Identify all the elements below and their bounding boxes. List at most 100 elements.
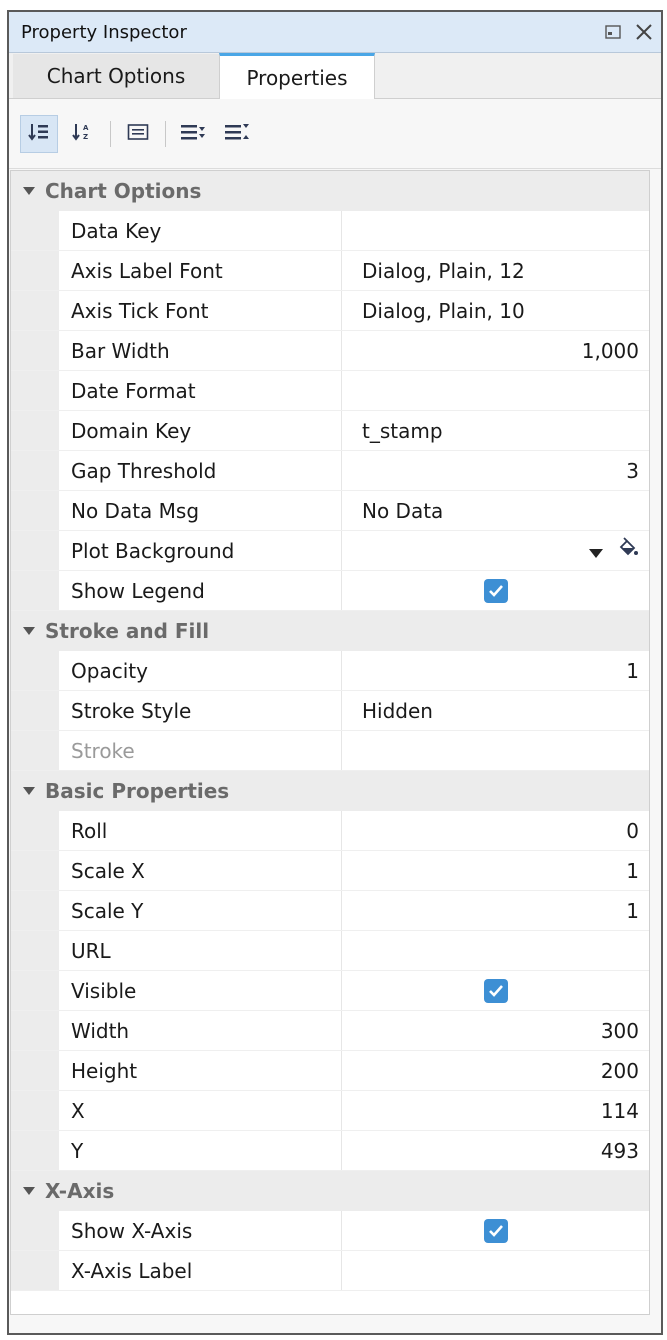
property-row-height[interactable]: Height 200 — [11, 1051, 649, 1091]
group-basic-properties[interactable]: Basic Properties — [11, 771, 649, 811]
property-value[interactable]: 3 — [342, 451, 649, 490]
chevron-down-icon — [23, 187, 37, 195]
dropdown-arrow-icon[interactable] — [589, 539, 603, 563]
checkmark-icon — [488, 984, 503, 997]
property-value[interactable] — [342, 571, 649, 610]
tab-chart-options[interactable]: Chart Options — [13, 54, 219, 98]
property-row-stroke[interactable]: Stroke — [11, 731, 649, 771]
group-chart-options[interactable]: Chart Options — [11, 171, 649, 211]
property-name: Stroke Style — [59, 691, 342, 730]
tab-bar: Chart Options Properties — [9, 53, 661, 99]
property-row-date-format[interactable]: Date Format — [11, 371, 649, 411]
property-value[interactable] — [342, 531, 649, 570]
inspector-toolbar: AZ — [9, 99, 661, 169]
sort-category-icon — [28, 122, 50, 146]
property-row-axis-label-font[interactable]: Axis Label Font Dialog, Plain, 12 — [11, 251, 649, 291]
window-title: Property Inspector — [21, 21, 187, 43]
property-name: Bar Width — [59, 331, 342, 370]
svg-text:Z: Z — [83, 133, 88, 141]
property-value[interactable]: Dialog, Plain, 10 — [342, 291, 649, 330]
property-name: Plot Background — [59, 531, 342, 570]
property-value[interactable] — [342, 1211, 649, 1250]
property-name: Width — [59, 1011, 342, 1050]
group-x-axis[interactable]: X-Axis — [11, 1171, 649, 1211]
property-value[interactable]: 493 — [342, 1131, 649, 1170]
property-row-visible[interactable]: Visible — [11, 971, 649, 1011]
property-value[interactable]: t_stamp — [342, 411, 649, 450]
collapse-all-button[interactable] — [218, 115, 256, 153]
property-value[interactable] — [342, 971, 649, 1010]
sort-alphabetical-button[interactable]: AZ — [64, 115, 102, 153]
group-label: X-Axis — [45, 1179, 115, 1203]
property-name: Show Legend — [59, 571, 342, 610]
expand-all-icon — [180, 122, 206, 146]
property-row-x[interactable]: X 114 — [11, 1091, 649, 1131]
property-name: Domain Key — [59, 411, 342, 450]
chevron-down-icon — [23, 627, 37, 635]
checkbox-checked[interactable] — [483, 1218, 508, 1243]
property-row-url[interactable]: URL — [11, 931, 649, 971]
property-value[interactable]: 1 — [342, 891, 649, 930]
checkbox-checked[interactable] — [483, 978, 508, 1003]
property-row-no-data-msg[interactable]: No Data Msg No Data — [11, 491, 649, 531]
property-row-domain-key[interactable]: Domain Key t_stamp — [11, 411, 649, 451]
property-row-scale-x[interactable]: Scale X1 — [11, 851, 649, 891]
property-row-y[interactable]: Y 493 — [11, 1131, 649, 1171]
property-value[interactable]: 1 — [342, 851, 649, 890]
property-name: Opacity — [59, 651, 342, 690]
description-button[interactable] — [119, 115, 157, 153]
checkmark-icon — [488, 584, 503, 597]
property-value[interactable]: 114 — [342, 1091, 649, 1130]
property-row-show-legend[interactable]: Show Legend — [11, 571, 649, 611]
group-stroke-and-fill[interactable]: Stroke and Fill — [11, 611, 649, 651]
checkbox-checked[interactable] — [483, 578, 508, 603]
property-value[interactable] — [342, 1251, 649, 1290]
toolbar-separator — [110, 120, 111, 147]
property-row-roll[interactable]: Roll 0 — [11, 811, 649, 851]
property-name: Axis Tick Font — [59, 291, 342, 330]
property-value[interactable] — [342, 371, 649, 410]
property-name: Date Format — [59, 371, 342, 410]
property-row-opacity[interactable]: Opacity 1 — [11, 651, 649, 691]
property-row-x-axis-label[interactable]: X-Axis Label — [11, 1251, 649, 1291]
property-name: X-Axis Label — [59, 1251, 342, 1290]
restore-icon[interactable] — [605, 25, 621, 39]
property-value[interactable] — [342, 931, 649, 970]
sort-category-button[interactable] — [20, 114, 58, 153]
checkmark-icon — [488, 1224, 503, 1237]
expand-all-button[interactable] — [174, 115, 212, 153]
property-row-show-x-axis[interactable]: Show X-Axis — [11, 1211, 649, 1251]
property-value[interactable] — [342, 211, 649, 250]
title-bar: Property Inspector — [9, 12, 661, 53]
property-row-scale-y[interactable]: Scale Y1 — [11, 891, 649, 931]
property-value[interactable]: Dialog, Plain, 12 — [342, 251, 649, 290]
property-name: Gap Threshold — [59, 451, 342, 490]
property-value[interactable]: 1,000 — [342, 331, 649, 370]
group-label: Basic Properties — [45, 779, 230, 803]
property-name: Roll — [59, 811, 342, 850]
property-value[interactable]: 200 — [342, 1051, 649, 1090]
paint-bucket-icon[interactable] — [617, 537, 639, 564]
group-label: Chart Options — [45, 179, 202, 203]
property-value — [342, 731, 649, 770]
property-row-bar-width[interactable]: Bar Width 1,000 — [11, 331, 649, 371]
close-icon[interactable] — [635, 23, 653, 41]
property-row-gap-threshold[interactable]: Gap Threshold 3 — [11, 451, 649, 491]
property-row-stroke-style[interactable]: Stroke Style Hidden — [11, 691, 649, 731]
property-row-data-key[interactable]: Data Key — [11, 211, 649, 251]
collapse-all-icon — [224, 122, 250, 146]
property-value[interactable]: 1 — [342, 651, 649, 690]
property-value[interactable]: No Data — [342, 491, 649, 530]
property-name: URL — [59, 931, 342, 970]
property-row-plot-background[interactable]: Plot Background — [11, 531, 649, 571]
property-name: Show X-Axis — [59, 1211, 342, 1250]
tab-properties[interactable]: Properties — [219, 53, 375, 99]
property-row-width[interactable]: Width 300 — [11, 1011, 649, 1051]
sort-alphabetical-icon: AZ — [72, 122, 94, 146]
property-value[interactable]: 300 — [342, 1011, 649, 1050]
toolbar-separator — [165, 120, 166, 147]
property-row-axis-tick-font[interactable]: Axis Tick Font Dialog, Plain, 10 — [11, 291, 649, 331]
property-value[interactable]: Hidden — [342, 691, 649, 730]
property-value[interactable]: 0 — [342, 811, 649, 850]
property-name: Height — [59, 1051, 342, 1090]
